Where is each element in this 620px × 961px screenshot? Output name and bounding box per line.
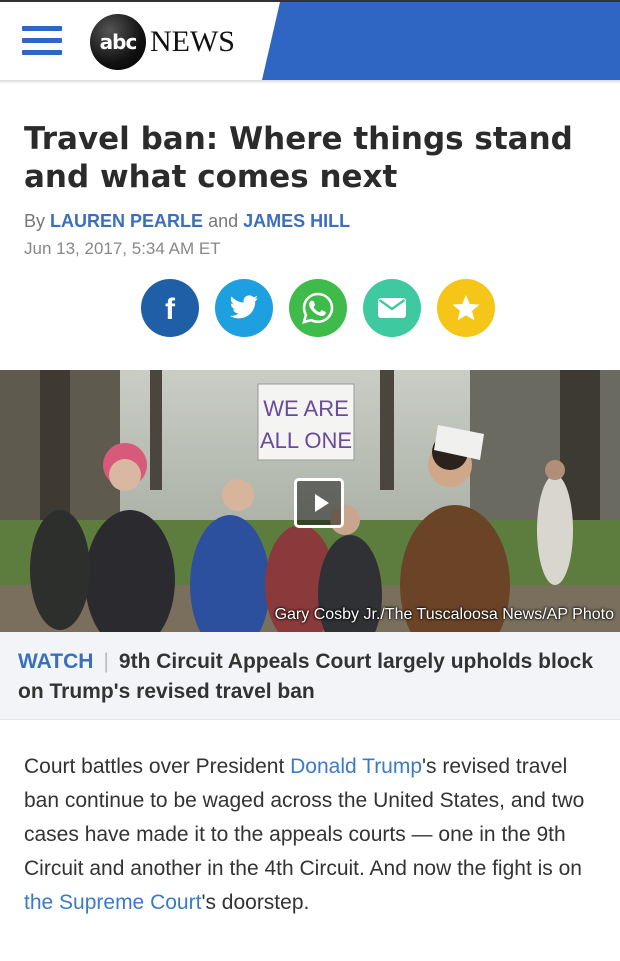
watch-label: WATCH (18, 650, 94, 673)
caption-separator: | (103, 650, 109, 673)
whatsapp-icon (302, 292, 334, 324)
publish-date: Jun 13, 2017, 5:34 AM ET (24, 239, 221, 258)
email-icon (378, 298, 406, 318)
menu-icon[interactable] (22, 26, 62, 56)
site-header: abc NEWS (0, 0, 620, 84)
photo-credit: Gary Cosby Jr./The Tuscaloosa News/AP Ph… (274, 606, 614, 623)
sign-text-line-1: WE ARE (263, 396, 349, 421)
whatsapp-share-button[interactable] (289, 279, 347, 337)
abc-globe-logo: abc (90, 14, 146, 70)
video-caption: WATCH | 9th Circuit Appeals Court largely … (18, 647, 618, 707)
twitter-share-button[interactable] (215, 279, 273, 337)
author-link-lauren-pearle[interactable]: LAUREN PEARLE (50, 211, 203, 231)
star-icon (452, 295, 480, 321)
email-share-button[interactable] (363, 279, 421, 337)
article-paragraph: Court battles over President Donald Trum… (24, 750, 604, 920)
logo-news-text: NEWS (150, 25, 235, 58)
author-link-james-hill[interactable]: JAMES HILL (243, 211, 350, 231)
video-caption-bar[interactable]: WATCH | 9th Circuit Appeals Court largely … (0, 632, 620, 720)
video-play-button[interactable] (294, 478, 344, 528)
byline: By LAUREN PEARLE and JAMES HILL (24, 211, 350, 232)
byline-prefix: By (24, 211, 46, 231)
twitter-icon (229, 295, 258, 319)
article-headline: Travel ban: Where things stand and what … (24, 121, 573, 195)
favorite-button[interactable] (437, 279, 495, 337)
link-donald-trump[interactable]: Donald Trump (290, 755, 422, 778)
header-shadow (0, 80, 620, 84)
link-supreme-court[interactable]: the Supreme Court (24, 891, 201, 914)
facebook-share-button[interactable]: f (141, 279, 199, 337)
paragraph-text-1: Court battles over President (24, 755, 291, 778)
paragraph-text-3: 's doorstep. (201, 891, 310, 914)
sign-text-line-2: ALL ONE (260, 428, 352, 453)
facebook-icon: f (165, 293, 176, 326)
abc-news-logo[interactable]: abc NEWS (90, 14, 235, 70)
svg-text:f: f (165, 293, 176, 326)
byline-and: and (208, 211, 239, 231)
